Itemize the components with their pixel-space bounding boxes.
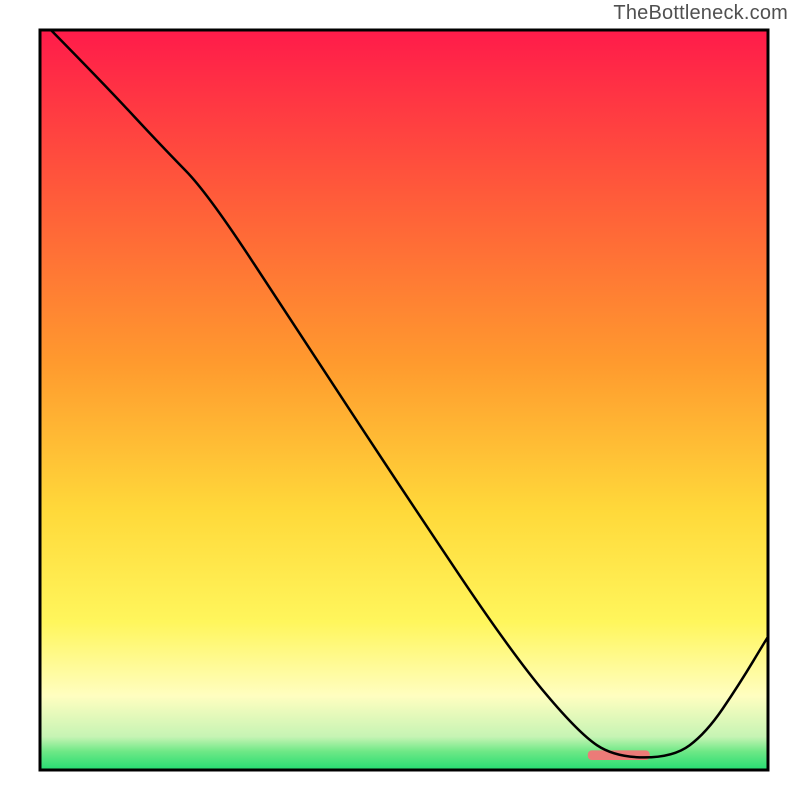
bottleneck-chart <box>0 0 800 800</box>
gradient-panel <box>40 30 768 770</box>
chart-stage: TheBottleneck.com <box>0 0 800 800</box>
attribution-text: TheBottleneck.com <box>613 2 788 25</box>
